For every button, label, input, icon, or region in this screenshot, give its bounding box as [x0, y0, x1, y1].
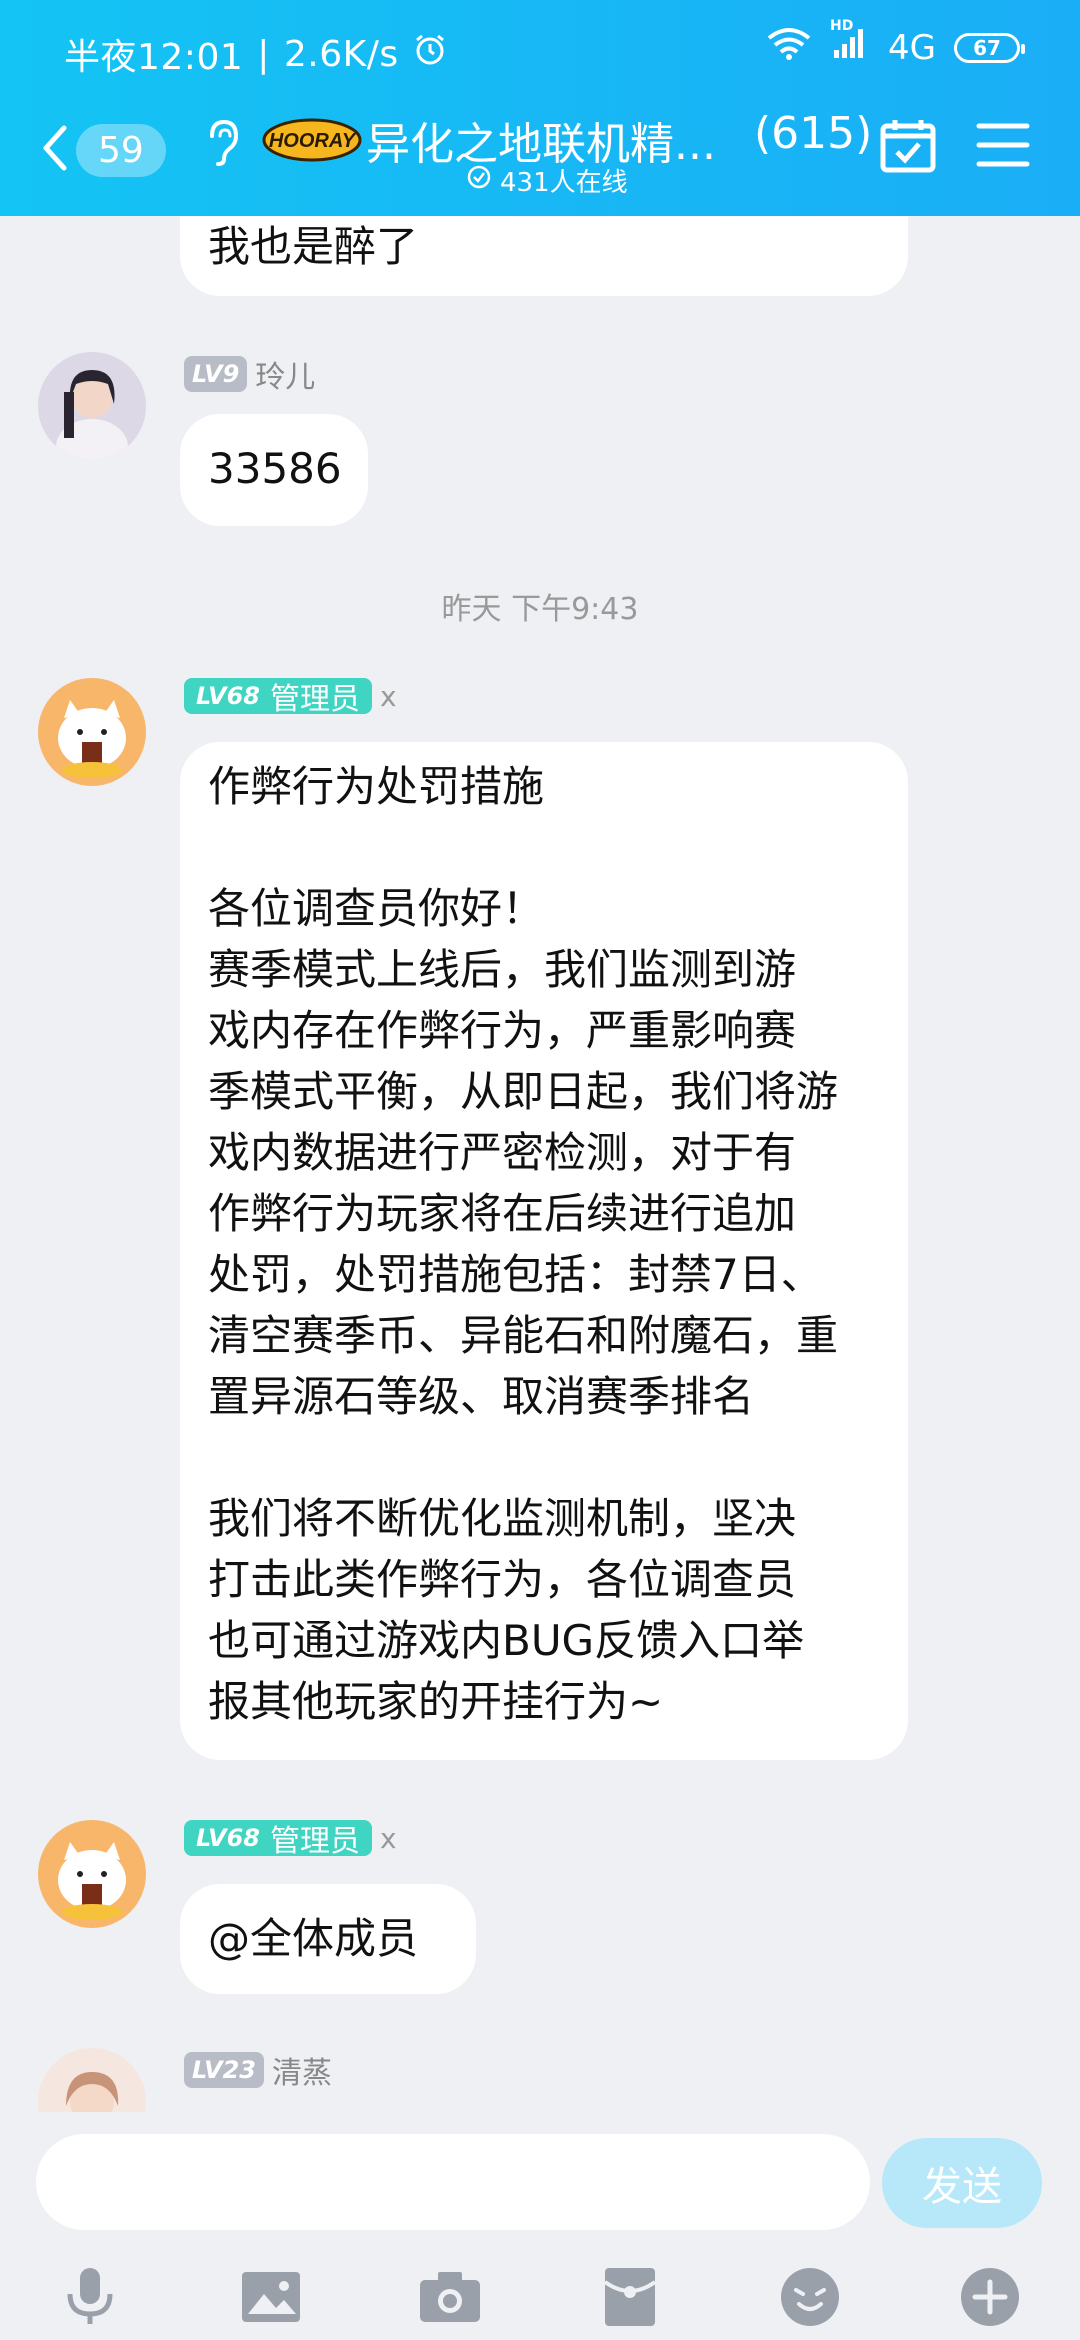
chat-nav-bar: 59 HOORAY 异化之地联机精... (615) 431人在线	[0, 100, 1080, 216]
sender-info: LV68 管理员 x	[184, 1820, 397, 1859]
unread-count-badge: 59	[76, 123, 166, 177]
avatar[interactable]	[38, 678, 146, 786]
network-type: 4G	[888, 27, 936, 68]
announcement-line: 各位调查员你好！	[208, 884, 545, 933]
input-toolbar	[0, 2262, 1080, 2340]
battery-icon: 67	[954, 32, 1025, 63]
header: 半夜12:01 | 2.6K/s HD 4G 67 59 HOORAY 异化之地…	[0, 0, 1080, 216]
status-left: 半夜12:01 | 2.6K/s	[64, 28, 447, 80]
status-right: HD 4G 67	[766, 18, 1025, 69]
signal-icon: HD	[830, 18, 870, 69]
level-badge: LV23	[184, 2052, 264, 2088]
online-check-icon	[466, 164, 492, 197]
admin-badge: LV68 管理员	[184, 678, 372, 717]
send-button[interactable]: 发送	[882, 2138, 1042, 2228]
admin-badge: LV68 管理员	[184, 1820, 372, 1859]
announcement-bubble[interactable]: 作弊行为处罚措施 各位调查员你好！ 赛季模式上线后，我们监测到游 戏内存在作弊行…	[180, 742, 908, 1760]
battery-level: 67	[973, 35, 1001, 60]
sender-info: LV68 管理员 x	[184, 678, 397, 717]
announcement-line: 赛季模式上线后，我们监测到游	[208, 945, 797, 994]
group-logo: HOORAY	[262, 114, 362, 162]
sender-name[interactable]: x	[380, 1822, 397, 1855]
level-text: LV68	[196, 1824, 260, 1852]
level-text: LV68	[196, 682, 260, 710]
announcement-line: 置异源石等级、取消赛季排名	[208, 1372, 755, 1421]
status-bar: 半夜12:01 | 2.6K/s HD 4G 67	[0, 0, 1080, 100]
message-bubble[interactable]: 33586	[180, 414, 368, 526]
image-icon[interactable]	[236, 2262, 306, 2332]
avatar[interactable]	[38, 2048, 146, 2112]
message-text: 我也是醉了	[208, 222, 419, 271]
message-bubble[interactable]: 我也是醉了	[180, 216, 908, 296]
wifi-icon	[766, 26, 812, 69]
announcement-line: 打击此类作弊行为，各位调查员	[208, 1555, 797, 1604]
message-timestamp: 昨天 下午9:43	[441, 592, 639, 627]
back-button[interactable]: 59	[40, 120, 166, 180]
sender-info: LV23 清蒸	[184, 2048, 332, 2092]
network-speed: 2.6K/s	[283, 33, 399, 75]
chevron-left-icon	[40, 120, 70, 180]
announcement-line: 报其他玩家的开挂行为~	[208, 1677, 664, 1726]
alarm-icon	[413, 33, 447, 76]
sender-info: LV9 玲儿	[184, 352, 315, 396]
avatar[interactable]	[38, 352, 146, 460]
level-badge: LV9	[184, 356, 248, 392]
emoji-icon[interactable]	[775, 2262, 845, 2332]
announcement-line: 作弊行为玩家将在后续进行追加	[208, 1189, 797, 1238]
role-text: 管理员	[269, 682, 360, 717]
announcement-line: 我们将不断优化监测机制，坚决	[208, 1494, 797, 1543]
input-area: 发送	[0, 2112, 1080, 2340]
status-time: 半夜12:01	[64, 37, 244, 78]
group-logo-text: HOORAY	[269, 130, 357, 152]
announcement-line: 戏内数据进行严密检测，对于有	[208, 1128, 797, 1177]
message-input[interactable]	[36, 2134, 870, 2230]
avatar[interactable]	[38, 1820, 146, 1928]
announcement-line: 也可通过游戏内BUG反馈入口举	[208, 1616, 805, 1665]
message-bubble[interactable]: @全体成员	[180, 1884, 476, 1994]
announcement-line: 清空赛季币、异能石和附魔石，重	[208, 1311, 839, 1360]
online-status: 431人在线	[466, 162, 628, 199]
announcement-line: 季模式平衡，从即日起，我们将游	[208, 1067, 839, 1116]
microphone-icon[interactable]	[55, 2262, 125, 2332]
message-text: 33586	[208, 444, 342, 493]
announcement-line: 作弊行为处罚措施	[208, 762, 545, 811]
red-packet-icon[interactable]	[595, 2262, 665, 2332]
calendar-icon[interactable]	[878, 116, 938, 180]
announcement-line: 戏内存在作弊行为，严重影响赛	[208, 1006, 797, 1055]
announcement-line	[208, 1427, 880, 1488]
announcement-line: 处罚，处罚措施包括：封禁7日、	[208, 1250, 823, 1299]
ear-icon[interactable]	[202, 116, 242, 172]
role-text: 管理员	[269, 1824, 360, 1859]
sender-name[interactable]: 玲儿	[255, 352, 315, 396]
sender-name[interactable]: 清蒸	[272, 2048, 332, 2092]
hd-label: HD	[830, 18, 854, 34]
sender-name[interactable]: x	[380, 680, 397, 713]
plus-icon[interactable]	[955, 2262, 1025, 2332]
menu-icon[interactable]	[976, 120, 1030, 174]
online-count: 431人在线	[500, 168, 628, 198]
announcement-line	[208, 817, 880, 878]
camera-icon[interactable]	[415, 2262, 485, 2332]
message-text: @全体成员	[208, 1914, 419, 1963]
chat-messages[interactable]: 我也是醉了 LV9 玲儿 33586 昨天 下午9:43 LV68 管理员 x …	[0, 216, 1080, 2112]
status-separator: |	[257, 33, 270, 75]
member-count[interactable]: (615)	[754, 108, 872, 159]
